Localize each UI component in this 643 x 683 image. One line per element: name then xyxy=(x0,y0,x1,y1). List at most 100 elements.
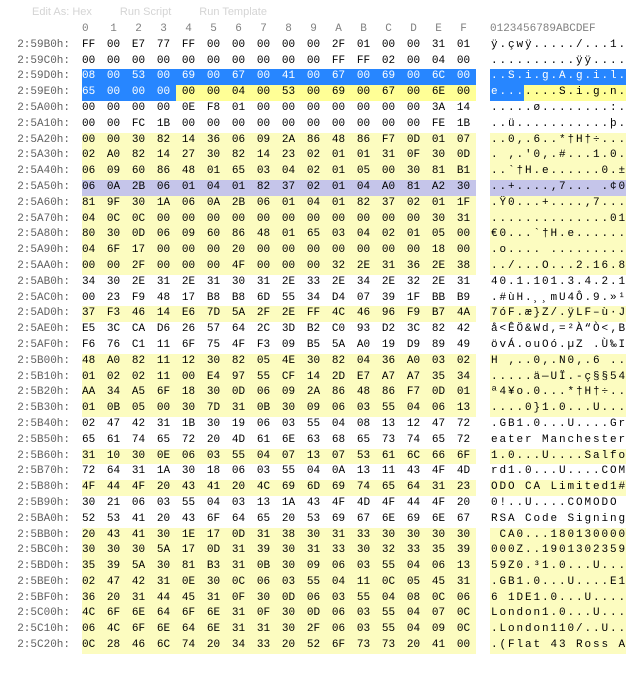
hex-row[interactable]: 060960864801650304020105003081B1 xyxy=(82,164,482,180)
hex-row[interactable]: 00003082143606092A864886F70D0107 xyxy=(82,133,482,149)
ascii-row[interactable]: 7óF.æ}Z/.ÿLF–ù·J xyxy=(490,306,630,322)
hex-row[interactable]: 0000FC1B00000000000000000000FE1B xyxy=(82,117,482,133)
toolbar-edit-as[interactable]: Edit As: Hex xyxy=(32,6,92,22)
ascii-row[interactable]: .....ø........:. xyxy=(490,101,630,117)
hex-row[interactable]: 37F34614E67D5A2F2EFF4C4696F9B74A xyxy=(82,306,482,322)
hex-row[interactable]: 4F444F204341204C696D697465643123 xyxy=(82,480,482,496)
hex-row[interactable]: 024742310E300C06035504110C054531 xyxy=(82,575,482,591)
ascii-row[interactable]: RSA Code Signing xyxy=(490,512,630,528)
addr-cell: 2:5B60h: xyxy=(8,449,74,465)
ascii-row[interactable]: .o.... ......... xyxy=(490,243,630,259)
ascii-row[interactable]: . ‚.'0‚.#...1.0. xyxy=(490,148,630,164)
ascii-row[interactable]: ..........ÿÿ.... xyxy=(490,54,630,70)
ascii-row[interactable]: rd1.0...U....COM xyxy=(490,464,630,480)
hex-row[interactable]: 48A08211123082054E30820436A00302 xyxy=(82,354,482,370)
addr-cell: 2:5A40h: xyxy=(8,164,74,180)
addr-cell: 2:5A90h: xyxy=(8,243,74,259)
hex-row[interactable]: 000000000EF801000000000000003A14 xyxy=(82,101,482,117)
ascii-row[interactable]: å<ÊÖ&Wd,=²À“Ò<‚B xyxy=(490,322,630,338)
hex-row[interactable]: F676C1116F754FF309B55AA019D98949 xyxy=(82,338,482,354)
hex-row[interactable]: 34302E312E3130312E332E342E322E31 xyxy=(82,275,482,291)
addr-cell: 2:59C0h: xyxy=(8,54,74,70)
hex-row[interactable]: 3110300E0603550407130753616C666F xyxy=(82,449,482,465)
addr-cell: 2:5B30h: xyxy=(8,401,74,417)
hex-row[interactable]: 024742311B3019060355040813124772 xyxy=(82,417,482,433)
hex-row[interactable]: 00002F0000004F000000322E31362E38 xyxy=(82,259,482,275)
ascii-row[interactable]: 000Z..1901302359 xyxy=(490,543,630,559)
ascii-row[interactable]: e.......S.i.g.n. xyxy=(490,85,630,101)
ascii-row[interactable]: 40.1.101.3.4.2.1 xyxy=(490,275,630,291)
hex-row[interactable]: 040C0C00000000000000000000003031 xyxy=(82,212,482,228)
ascii-row[interactable]: ..............01 xyxy=(490,212,630,228)
addr-cell: 2:5AB0h: xyxy=(8,275,74,291)
ascii-row[interactable]: .#ùH.¸¸mU4Ô.9.»¹ xyxy=(490,291,630,307)
addr-cell: 2:5C00h: xyxy=(8,606,74,622)
hex-row[interactable]: 00000000000000000000FFFF02000400 xyxy=(82,54,482,70)
hex-row[interactable]: 3030305A170D31393031333032333539 xyxy=(82,543,482,559)
ascii-row[interactable]: .(Flat 43 Ross A xyxy=(490,638,630,654)
hex-row[interactable]: 30210603550403131A434F4D4F444F20 xyxy=(82,496,482,512)
ascii-row[interactable]: ODO CA Limited1# xyxy=(490,480,630,496)
hex-row[interactable]: 0C28466C7420343320526F7373204100 xyxy=(82,638,482,654)
ascii-row[interactable]: CA0...180130000 xyxy=(490,528,630,544)
addr-cell: 2:5B80h: xyxy=(8,480,74,496)
hex-grid[interactable]: 0123456789ABCDEF0123456789ABCDEF2:59B0h:… xyxy=(8,22,635,654)
ascii-row[interactable]: ..+....‚7... .¢0 xyxy=(490,180,630,196)
ascii-row[interactable]: eater Manchester xyxy=(490,433,630,449)
addr-cell: 2:5A10h: xyxy=(8,117,74,133)
ascii-row[interactable]: 1.0...U....Salfo xyxy=(490,449,630,465)
hex-row[interactable]: 4C6F6E646F6E310F300D06035504070C xyxy=(82,606,482,622)
ascii-row[interactable]: övÁ.ouOó.µZ .Ù‰I xyxy=(490,338,630,354)
hex-row[interactable]: FF00E777FF00000000002F0100003101 xyxy=(82,38,482,54)
ascii-row[interactable]: .Ÿ0...+....‚7... xyxy=(490,196,630,212)
addr-cell: 2:5B70h: xyxy=(8,464,74,480)
ascii-row[interactable]: ..0‚.6..*†H†÷... xyxy=(490,133,630,149)
ascii-row[interactable]: .....ä—UÏ.-ç§§54 xyxy=(490,370,630,386)
ascii-row[interactable]: 0!..U....COMODO xyxy=(490,496,630,512)
hex-row[interactable]: 08005300690067004100670069006C00 xyxy=(82,69,482,85)
hex-row[interactable]: 6561746572204D616E63686573746572 xyxy=(82,433,482,449)
hex-row[interactable]: 0023F94817B8B86D5534D407391FBBB9 xyxy=(82,291,482,307)
addr-cell: 2:5A00h: xyxy=(8,101,74,117)
hex-row[interactable]: 3620314445310F300D06035504080C06 xyxy=(82,591,482,607)
ascii-row[interactable]: ÿ.çwÿ...../...1. xyxy=(490,38,630,54)
hex-row[interactable]: 819F301A060A2B06010401823702011F xyxy=(82,196,482,212)
toolbar-run-script[interactable]: Run Script xyxy=(120,6,171,22)
ascii-row[interactable]: .GB1.0...U....E1 xyxy=(490,575,630,591)
hex-row[interactable]: 7264311A3018060355040A1311434F4D xyxy=(82,464,482,480)
hex-row[interactable]: 0102021100E49755CF142DE7A7A73534 xyxy=(82,370,482,386)
ascii-row[interactable]: .GB1.0...U....Gr xyxy=(490,417,630,433)
ascii-row[interactable]: ..S.i.g.A.g.i.l. xyxy=(490,69,630,85)
ascii-row[interactable]: ....0}1.0...U... xyxy=(490,401,630,417)
ascii-row[interactable]: London1.0...U... xyxy=(490,606,630,622)
toolbar: Edit As: Hex Run Script Run Template xyxy=(8,6,635,22)
toolbar-run-template[interactable]: Run Template xyxy=(199,6,267,22)
hex-row[interactable]: E53CCAD62657642C3DB2C093D23C8242 xyxy=(82,322,482,338)
addr-cell: 2:5BC0h: xyxy=(8,543,74,559)
hex-row[interactable]: 80300D06096086480165030402010500 xyxy=(82,227,482,243)
hex-row[interactable]: 02A082142730821423020101310F300D xyxy=(82,148,482,164)
ascii-row[interactable]: 6 1DE1.0...U.... xyxy=(490,591,630,607)
ascii-row[interactable]: H ‚..0‚.N0‚.6 .. xyxy=(490,354,630,370)
hex-row[interactable]: 060A2B060104018237020104A081A230 xyxy=(82,180,482,196)
addr-cell: 2:5B10h: xyxy=(8,370,74,386)
addr-cell: 2:5B50h: xyxy=(8,433,74,449)
hex-row[interactable]: AA34A56F18300D06092A864886F70D01 xyxy=(82,385,482,401)
addr-cell: 2:5B20h: xyxy=(8,385,74,401)
ascii-row[interactable]: €0...`†H.e...... xyxy=(490,227,630,243)
ascii-row[interactable]: ../...O...2.16.8 xyxy=(490,259,630,275)
hex-row[interactable]: 65000000000004005300690067006E00 xyxy=(82,85,482,101)
addr-cell: 2:5AA0h: xyxy=(8,259,74,275)
hex-row[interactable]: 52534120436F6465205369676E696E67 xyxy=(82,512,482,528)
hex-row[interactable]: 046F1700000020000000000000001800 xyxy=(82,243,482,259)
hex-row[interactable]: 35395A3081B3310B3009060355040613 xyxy=(82,559,482,575)
hex-row[interactable]: 064C6F6E646E3131302F06035504090C xyxy=(82,622,482,638)
addr-cell: 2:5A50h: xyxy=(8,180,74,196)
ascii-row[interactable]: .London110/..U.. xyxy=(490,622,630,638)
ascii-row[interactable]: ..`†H.e......0.± xyxy=(490,164,630,180)
ascii-row[interactable]: ª4¥o.0...*†H†÷.. xyxy=(490,385,630,401)
ascii-row[interactable]: ..ü...........þ. xyxy=(490,117,630,133)
hex-row[interactable]: 204341301E170D313830313330303030 xyxy=(82,528,482,544)
hex-row[interactable]: 010B0500307D310B3009060355040613 xyxy=(82,401,482,417)
ascii-row[interactable]: 59Z0.³1.0...U... xyxy=(490,559,630,575)
